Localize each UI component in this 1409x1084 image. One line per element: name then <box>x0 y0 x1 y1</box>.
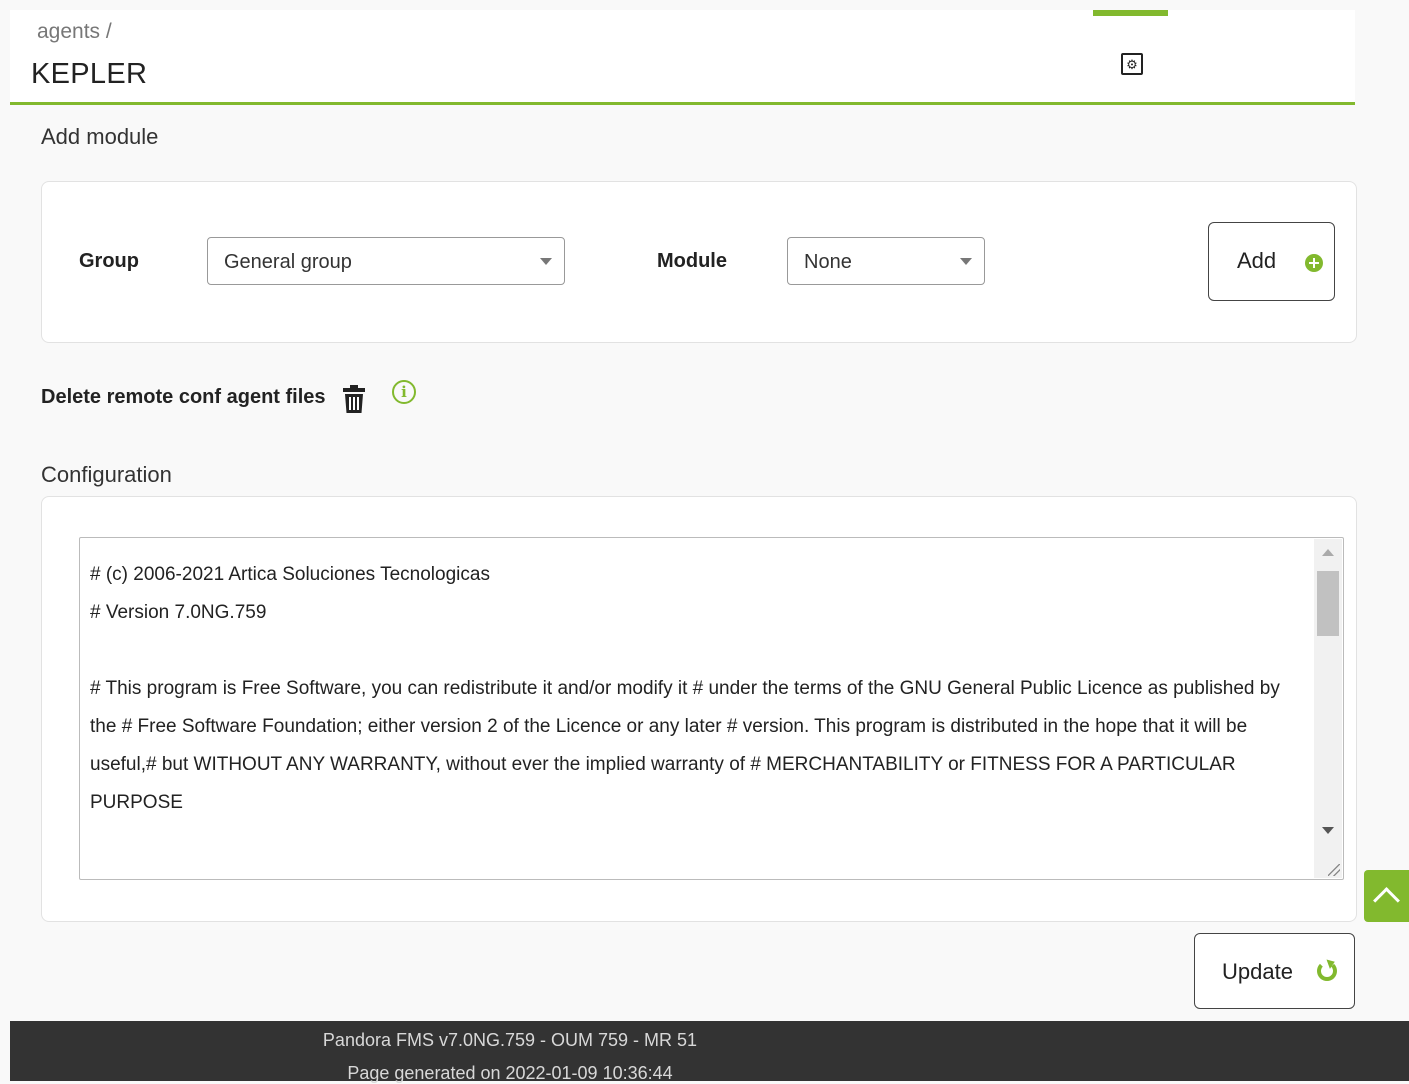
gear-icon[interactable]: ⚙ <box>1121 53 1143 75</box>
add-module-panel: Group General group Module None Add <box>41 181 1357 343</box>
delete-remote-conf-label: Delete remote conf agent files <box>41 386 326 408</box>
page-header: agents / KEPLER ⚙ <box>10 10 1355 105</box>
chevron-down-icon <box>540 258 552 265</box>
chevron-up-icon <box>1373 887 1400 914</box>
chevron-down-icon <box>960 258 972 265</box>
footer: Pandora FMS v7.0NG.759 - OUM 759 - MR 51… <box>10 1021 1409 1083</box>
scroll-up-arrow-icon[interactable] <box>1322 549 1334 556</box>
add-module-title: Add module <box>41 124 159 149</box>
add-button-label: Add <box>1237 248 1277 273</box>
module-select[interactable]: None <box>787 237 985 285</box>
info-icon[interactable]: i <box>392 380 416 404</box>
module-label: Module <box>657 250 727 272</box>
group-label: Group <box>79 250 139 272</box>
scroll-to-top-button[interactable] <box>1364 870 1409 922</box>
group-select-value: General group <box>224 251 352 273</box>
group-select[interactable]: General group <box>207 237 565 285</box>
scroll-down-arrow-icon[interactable] <box>1322 827 1334 834</box>
footer-version: Pandora FMS v7.0NG.759 - OUM 759 - MR 51 <box>322 1030 698 1050</box>
module-select-value: None <box>804 251 852 273</box>
tab-setup[interactable]: ⚙ <box>1093 10 1168 102</box>
refresh-icon <box>1317 961 1337 981</box>
breadcrumb[interactable]: agents / <box>37 20 112 44</box>
header-tab-empty <box>1190 38 1330 92</box>
update-button[interactable]: Update <box>1194 933 1355 1009</box>
configuration-title: Configuration <box>41 462 172 487</box>
plus-circle-icon <box>1305 254 1323 272</box>
configuration-text: # (c) 2006-2021 Artica Soluciones Tecnol… <box>90 564 1280 813</box>
configuration-textarea[interactable]: # (c) 2006-2021 Artica Soluciones Tecnol… <box>79 537 1344 880</box>
update-button-label: Update <box>1222 959 1293 984</box>
textarea-scrollbar[interactable] <box>1314 539 1342 878</box>
add-button[interactable]: Add <box>1208 222 1335 301</box>
page-title: KEPLER <box>31 58 148 90</box>
trash-icon[interactable] <box>342 384 366 414</box>
resize-grip-icon[interactable] <box>1328 864 1340 876</box>
scrollbar-thumb[interactable] <box>1317 571 1339 636</box>
